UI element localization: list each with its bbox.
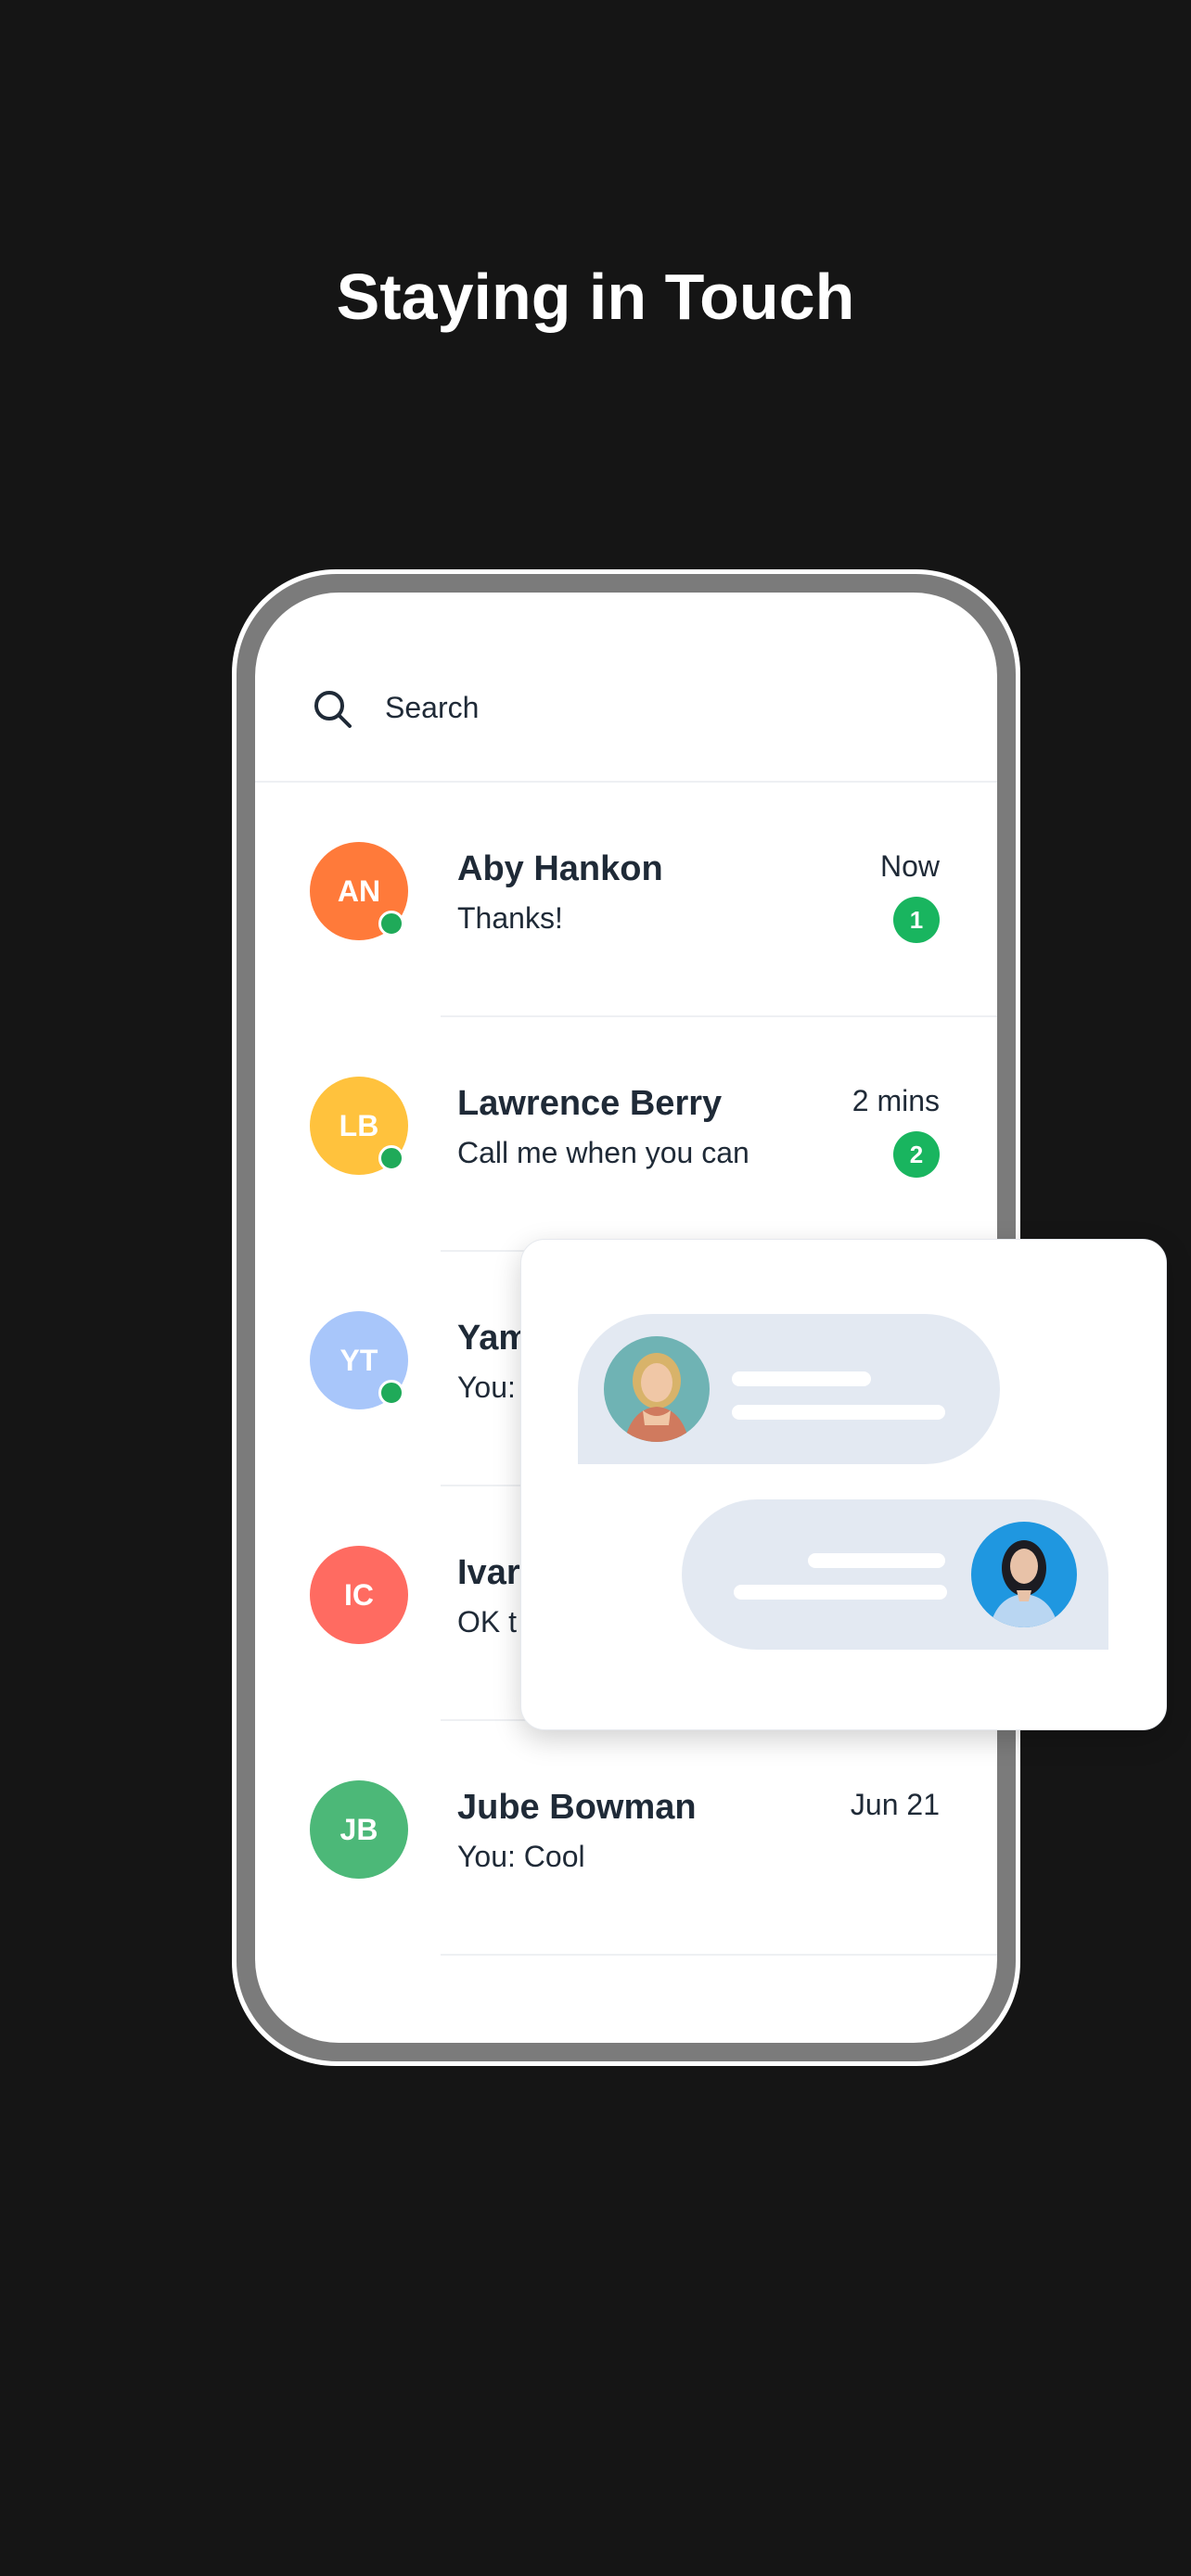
- search-input[interactable]: Search: [385, 691, 479, 725]
- avatar-initials: YT: [339, 1343, 378, 1377]
- online-indicator: [378, 911, 404, 937]
- woman-portrait-icon: [604, 1336, 710, 1442]
- recipient-avatar-photo: [971, 1522, 1077, 1627]
- conversation-item[interactable]: LB Lawrence Berry Call me when you can 2…: [255, 1017, 997, 1252]
- sender-avatar-photo: [604, 1336, 710, 1442]
- message-preview: Thanks!: [457, 901, 563, 935]
- message-preview: Call me when you can: [457, 1136, 749, 1169]
- message-preview: OK t: [457, 1605, 518, 1639]
- chat-preview-card: [520, 1239, 1167, 1730]
- message-preview: You: Cool: [457, 1840, 585, 1873]
- online-indicator: [378, 1380, 404, 1406]
- online-indicator: [378, 1145, 404, 1171]
- conversation-item[interactable]: AN Aby Hankon Thanks! Now 1: [255, 783, 997, 1017]
- conversation-item[interactable]: JB Jube Bowman You: Cool Jun 21: [255, 1721, 997, 1956]
- outgoing-message-bubble: [682, 1499, 1108, 1650]
- avatar-initials: LB: [339, 1108, 379, 1142]
- message-placeholder-line: [732, 1371, 871, 1386]
- contact-name: Jube Bowman: [457, 1788, 697, 1827]
- woman-portrait-icon: [971, 1522, 1077, 1627]
- contact-name: Ivar: [457, 1553, 520, 1592]
- divider: [441, 1954, 997, 1956]
- unread-badge: 1: [893, 897, 940, 943]
- message-time: Jun 21: [850, 1788, 940, 1821]
- contact-name: Aby Hankon: [457, 849, 663, 888]
- unread-badge: 2: [893, 1131, 940, 1178]
- avatar: IC: [310, 1546, 408, 1644]
- message-placeholder-line: [808, 1553, 945, 1568]
- message-placeholder-line: [734, 1585, 947, 1600]
- page-headline: Staying in Touch: [336, 261, 855, 333]
- avatar-initials: AN: [337, 874, 381, 908]
- contact-name: Yam: [457, 1319, 531, 1358]
- message-time: Now: [879, 849, 940, 883]
- avatar-initials: IC: [344, 1577, 374, 1612]
- message-time: 2 mins: [852, 1084, 940, 1117]
- message-placeholder-line: [732, 1405, 945, 1420]
- contact-name: Lawrence Berry: [457, 1084, 723, 1123]
- message-preview: You:: [457, 1371, 516, 1404]
- search-bar[interactable]: Search: [255, 593, 997, 783]
- avatar-initials: JB: [339, 1812, 378, 1846]
- incoming-message-bubble: [578, 1314, 1000, 1464]
- avatar: JB: [310, 1780, 408, 1879]
- search-icon: [314, 691, 352, 728]
